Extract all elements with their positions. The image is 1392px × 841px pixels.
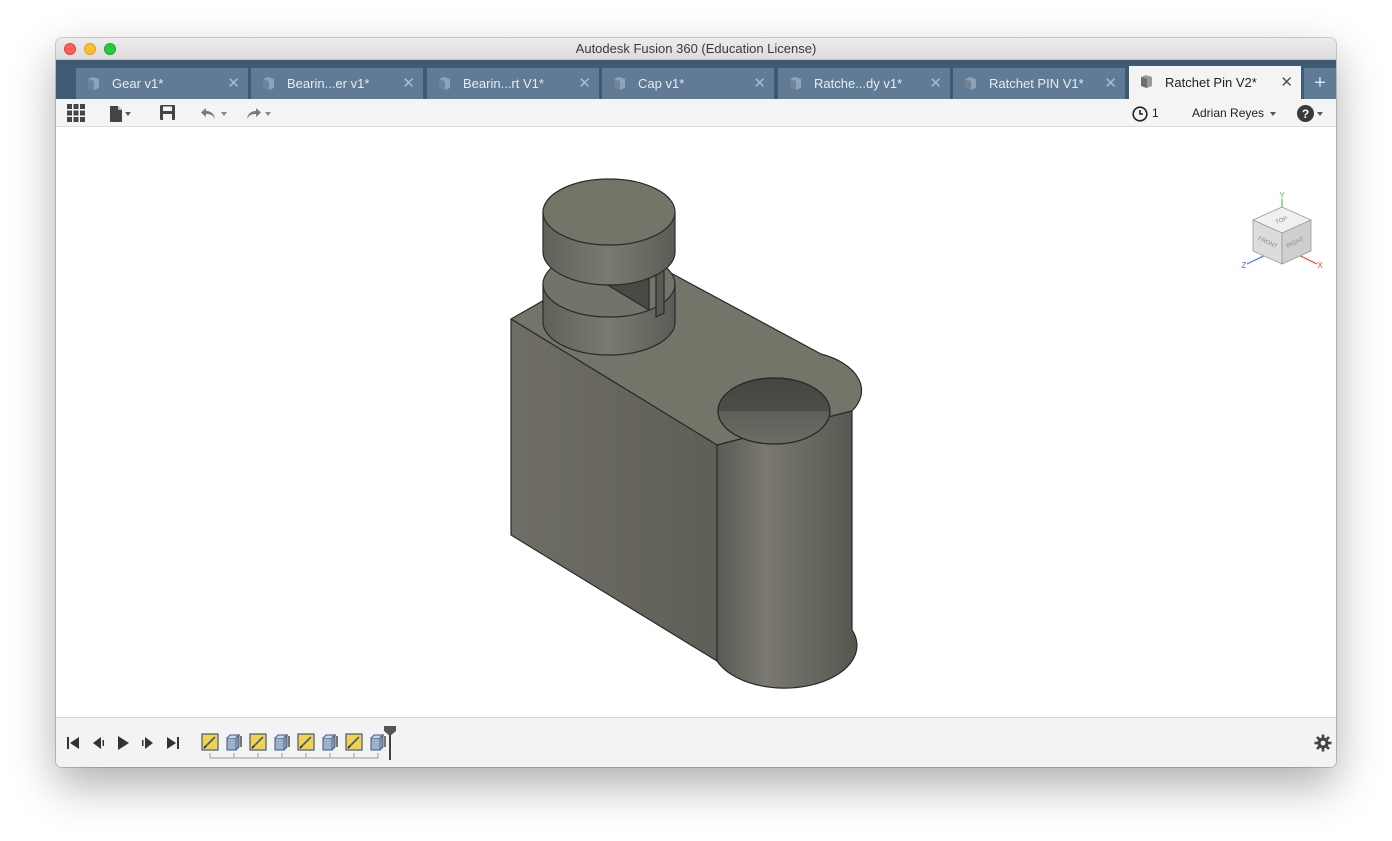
tab-close-icon[interactable]: ✕ (929, 68, 942, 99)
tab-close-icon[interactable]: ✕ (753, 68, 766, 99)
chevron-down-icon (265, 111, 271, 116)
timeline-marker-handle[interactable] (384, 726, 396, 760)
step-forward-icon[interactable] (140, 735, 156, 751)
data-panel-button[interactable] (67, 103, 85, 123)
tab-close-icon[interactable]: ✕ (578, 68, 591, 99)
chevron-down-icon (125, 111, 131, 116)
timeline-settings-gear-icon[interactable] (1314, 734, 1332, 752)
chevron-down-icon (1317, 111, 1323, 116)
timeline-extrude-icon[interactable] (321, 733, 339, 751)
user-account-menu[interactable]: Adrian Reyes (1192, 103, 1277, 123)
clock-icon (1132, 106, 1148, 122)
tab-ratchet-pin-v2[interactable]: Ratchet Pin V2* ✕ (1129, 66, 1302, 99)
tab-label: Ratchet Pin V2* (1165, 75, 1257, 90)
pin-post (542, 178, 676, 356)
app-window: Autodesk Fusion 360 (Education License) … (56, 38, 1336, 767)
document-icon (790, 77, 801, 90)
timeline-sketch-icon[interactable] (201, 733, 219, 751)
tab-label: Ratche...dy v1* (814, 76, 903, 91)
grid-icon (67, 104, 85, 122)
timeline-sketch-icon[interactable] (249, 733, 267, 751)
go-to-start-icon[interactable] (65, 735, 81, 751)
tab-strip-gutter (56, 60, 76, 99)
chevron-down-icon (1270, 111, 1277, 116)
go-to-end-icon[interactable] (165, 735, 181, 751)
tab-bearing-insert[interactable]: Bearin...rt V1* ✕ (427, 68, 600, 99)
tab-label: Cap v1* (638, 76, 685, 91)
timeline-sketch-icon[interactable] (345, 733, 363, 751)
job-status-button[interactable]: 1 (1132, 103, 1159, 123)
tab-label: Gear v1* (112, 76, 164, 91)
help-icon: ? (1297, 105, 1314, 123)
file-menu-button[interactable] (110, 103, 131, 123)
tab-label: Bearin...rt V1* (463, 76, 544, 91)
window-title: Autodesk Fusion 360 (Education License) (575, 41, 817, 56)
tab-bearing-outer[interactable]: Bearin...er v1* ✕ (251, 68, 424, 99)
new-tab-button[interactable]: + (1304, 68, 1336, 99)
timeline-extrude-icon[interactable] (225, 733, 243, 751)
timeline-track (209, 753, 379, 759)
document-icon (263, 77, 274, 90)
document-icon (439, 77, 450, 90)
job-count: 1 (1152, 106, 1159, 120)
document-icon (1141, 75, 1152, 88)
title-bar: Autodesk Fusion 360 (Education License) (56, 38, 1336, 60)
y-axis-label: Y (1279, 192, 1285, 200)
undo-button[interactable] (200, 103, 227, 123)
document-tab-strip: Gear v1* ✕ Bearin...er v1* ✕ Bearin...rt… (56, 60, 1336, 99)
help-menu-button[interactable]: ? (1297, 103, 1323, 123)
view-cube[interactable]: TOP FRONT RIGHT Y X Z (1239, 192, 1329, 282)
chevron-down-icon (221, 111, 227, 116)
tab-label: Ratchet PIN V1* (989, 76, 1084, 91)
tab-close-icon[interactable]: ✕ (1104, 68, 1117, 99)
tab-gear[interactable]: Gear v1* ✕ (76, 68, 249, 99)
tab-label: Bearin...er v1* (287, 76, 370, 91)
timeline-extrude-icon[interactable] (273, 733, 291, 751)
undo-icon (201, 107, 215, 119)
tab-close-icon[interactable]: ✕ (227, 68, 240, 99)
minimize-window-button[interactable] (84, 43, 96, 55)
tab-close-icon[interactable]: ✕ (1280, 66, 1293, 99)
z-axis-label: Z (1242, 261, 1247, 270)
tab-close-icon[interactable]: ✕ (402, 68, 415, 99)
quick-access-toolbar: 1 Adrian Reyes ? (56, 99, 1336, 127)
play-icon[interactable] (115, 735, 131, 751)
timeline-bar (56, 717, 1336, 767)
zoom-window-button[interactable] (104, 43, 116, 55)
document-icon (88, 77, 99, 90)
redo-button[interactable] (244, 103, 271, 123)
timeline-sketch-icon[interactable] (297, 733, 315, 751)
step-back-icon[interactable] (90, 735, 106, 751)
tab-cap[interactable]: Cap v1* ✕ (602, 68, 775, 99)
file-icon (110, 105, 122, 122)
x-axis-label: X (1317, 261, 1323, 270)
canvas-viewport[interactable]: TOP FRONT RIGHT Y X Z (56, 127, 1336, 717)
document-icon (965, 77, 976, 90)
document-icon (614, 77, 625, 90)
svg-text:?: ? (1302, 107, 1309, 121)
user-name: Adrian Reyes (1192, 106, 1265, 120)
save-button[interactable] (160, 103, 175, 123)
tab-ratchet-pin-v1[interactable]: Ratchet PIN V1* ✕ (953, 68, 1126, 99)
close-window-button[interactable] (64, 43, 76, 55)
redo-icon (247, 107, 261, 119)
save-icon (160, 105, 175, 120)
tab-ratchet-body[interactable]: Ratche...dy v1* ✕ (778, 68, 951, 99)
model-render (510, 178, 863, 689)
